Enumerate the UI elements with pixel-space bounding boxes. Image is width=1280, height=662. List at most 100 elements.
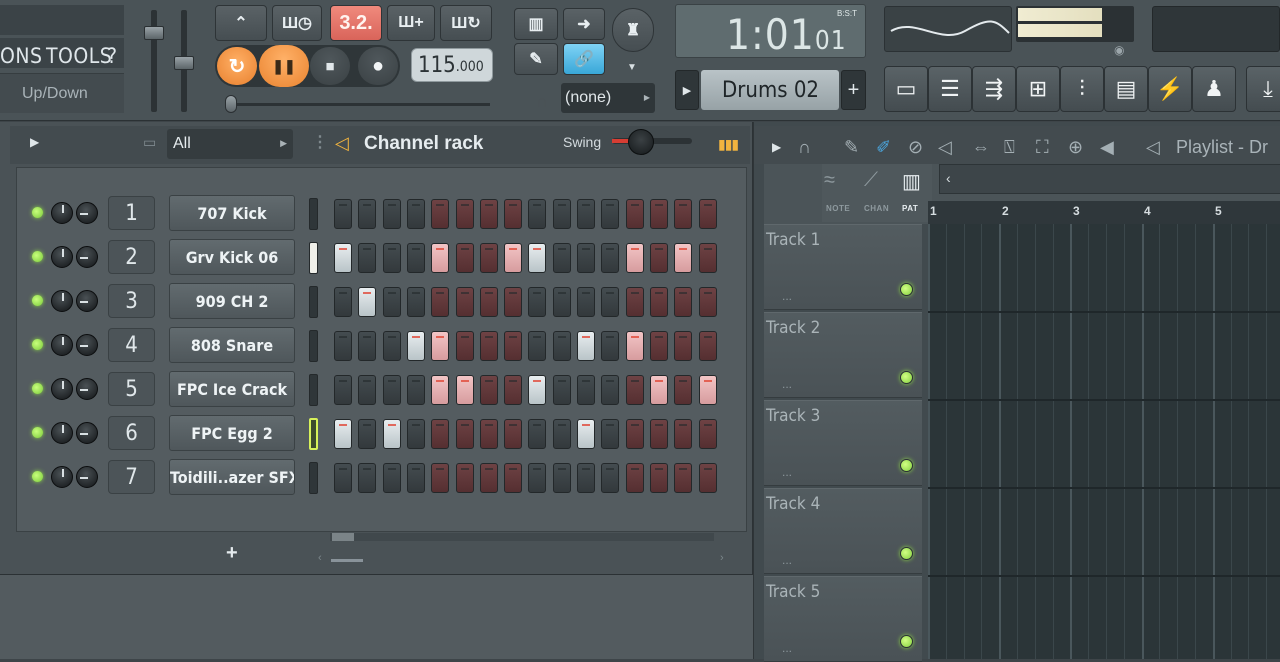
step-button[interactable]	[382, 463, 401, 493]
record-button[interactable]: ●	[358, 47, 398, 85]
step-button[interactable]	[601, 463, 620, 493]
step-button[interactable]	[455, 243, 474, 273]
channel-name-button[interactable]: 808 Snare	[169, 327, 295, 363]
step-button[interactable]	[649, 463, 668, 493]
step-button[interactable]	[455, 375, 474, 405]
channel-select-indicator[interactable]	[309, 462, 318, 494]
track-menu-dots[interactable]: ...	[782, 377, 792, 391]
channel-select-indicator[interactable]	[309, 418, 318, 450]
step-button[interactable]	[577, 463, 595, 493]
step-button[interactable]	[504, 287, 523, 317]
graph-editor-icon[interactable]: ▮▮▮	[718, 136, 739, 153]
step-button[interactable]	[649, 243, 668, 273]
step-button[interactable]	[455, 287, 474, 317]
step-button[interactable]	[406, 463, 425, 493]
step-button[interactable]	[382, 375, 401, 405]
step-button[interactable]	[358, 331, 377, 361]
step-button[interactable]	[382, 243, 401, 273]
channel-mixer-track[interactable]: 1	[108, 196, 155, 230]
channel-select-indicator[interactable]	[309, 374, 318, 406]
step-button[interactable]	[382, 199, 401, 229]
wait-input-button[interactable]: Ш◷	[272, 5, 322, 41]
track-header[interactable]: Track 4...	[764, 488, 922, 574]
step-button[interactable]	[479, 375, 498, 405]
step-button[interactable]	[334, 199, 352, 229]
channel-mute-led[interactable]	[32, 339, 43, 350]
channel-name-button[interactable]: Grv Kick 06	[169, 239, 295, 275]
step-button[interactable]	[504, 331, 523, 361]
channel-volume-knob[interactable]	[76, 290, 98, 312]
step-button[interactable]	[577, 287, 595, 317]
mode-pat-label[interactable]: PAT	[902, 204, 918, 213]
step-button[interactable]	[455, 419, 474, 449]
zoom-icon[interactable]: ⊕	[1068, 137, 1083, 158]
pencil-icon[interactable]: ✎	[844, 137, 859, 158]
step-button[interactable]	[528, 375, 547, 405]
master-pitch-handle[interactable]	[174, 56, 194, 70]
step-button[interactable]	[698, 419, 717, 449]
step-button[interactable]	[479, 199, 498, 229]
step-button[interactable]	[528, 287, 547, 317]
master-volume-handle[interactable]	[144, 26, 164, 40]
step-button[interactable]	[552, 419, 571, 449]
channel-mute-led[interactable]	[32, 295, 43, 306]
step-button[interactable]	[674, 199, 693, 229]
channel-mute-led[interactable]	[32, 427, 43, 438]
step-button[interactable]	[674, 331, 693, 361]
arrangement-grid[interactable]	[928, 224, 1280, 659]
step-button[interactable]	[625, 287, 644, 317]
updown-panel[interactable]: Up/Down	[0, 73, 124, 113]
mode-chan-label[interactable]: CHAN	[864, 204, 889, 213]
step-button[interactable]	[455, 199, 474, 229]
step-button[interactable]	[479, 287, 498, 317]
zoom-handle[interactable]	[331, 559, 363, 562]
step-button[interactable]	[649, 287, 668, 317]
step-button[interactable]	[431, 243, 450, 273]
step-button[interactable]	[625, 331, 644, 361]
step-button[interactable]	[601, 287, 620, 317]
loop-record-button[interactable]: Ш↻	[440, 5, 492, 41]
step-button[interactable]	[504, 243, 523, 273]
link-controllers-button[interactable]: 🔗	[563, 43, 605, 75]
track-enable-led[interactable]	[900, 635, 913, 648]
step-button[interactable]	[358, 375, 377, 405]
step-button[interactable]	[674, 287, 693, 317]
channel-name-button[interactable]: FPC Ice Crack	[169, 371, 295, 407]
step-button[interactable]	[552, 243, 571, 273]
step-button[interactable]	[431, 419, 450, 449]
channel-filter-select[interactable]: All ▶	[167, 129, 293, 159]
playback-icon[interactable]: ◀	[1100, 137, 1114, 158]
step-button[interactable]	[552, 463, 571, 493]
typing-keyboard-button[interactable]: ▥	[514, 8, 558, 40]
step-button[interactable]	[479, 419, 498, 449]
magnet-icon[interactable]: ∩	[798, 137, 811, 158]
slice-icon[interactable]: ⍂	[1004, 137, 1015, 158]
recording-mode-button[interactable]: ✎	[514, 43, 558, 75]
menu-help[interactable]: ?	[107, 44, 118, 68]
channel-volume-knob[interactable]	[76, 378, 98, 400]
track-header[interactable]: Track 2...	[764, 312, 922, 398]
step-button[interactable]	[358, 243, 377, 273]
midi-input-select[interactable]: (none) ▶	[561, 83, 655, 113]
channel-select-indicator[interactable]	[309, 330, 318, 362]
step-button[interactable]	[382, 331, 401, 361]
step-button[interactable]	[455, 331, 474, 361]
channel-volume-knob[interactable]	[76, 202, 98, 224]
step-button[interactable]	[334, 463, 352, 493]
step-button[interactable]	[431, 199, 450, 229]
step-button[interactable]	[406, 199, 425, 229]
step-button[interactable]	[334, 375, 352, 405]
step-button[interactable]	[358, 199, 377, 229]
step-button[interactable]	[528, 463, 547, 493]
pause-button[interactable]: ❚❚	[259, 45, 309, 87]
delete-icon[interactable]: ⊘	[908, 137, 923, 158]
step-button[interactable]	[334, 287, 352, 317]
oscilloscope[interactable]	[884, 6, 1012, 52]
step-button[interactable]	[698, 287, 717, 317]
track-enable-led[interactable]	[900, 547, 913, 560]
piano-roll-window-button[interactable]: ⇶	[972, 66, 1016, 112]
mixer-window-button[interactable]: ⫶	[1060, 66, 1104, 112]
menu-tools[interactable]: TOOLS	[46, 44, 112, 68]
paint-icon[interactable]: ✐	[876, 137, 891, 158]
channel-name-button[interactable]: 707 Kick	[169, 195, 295, 231]
